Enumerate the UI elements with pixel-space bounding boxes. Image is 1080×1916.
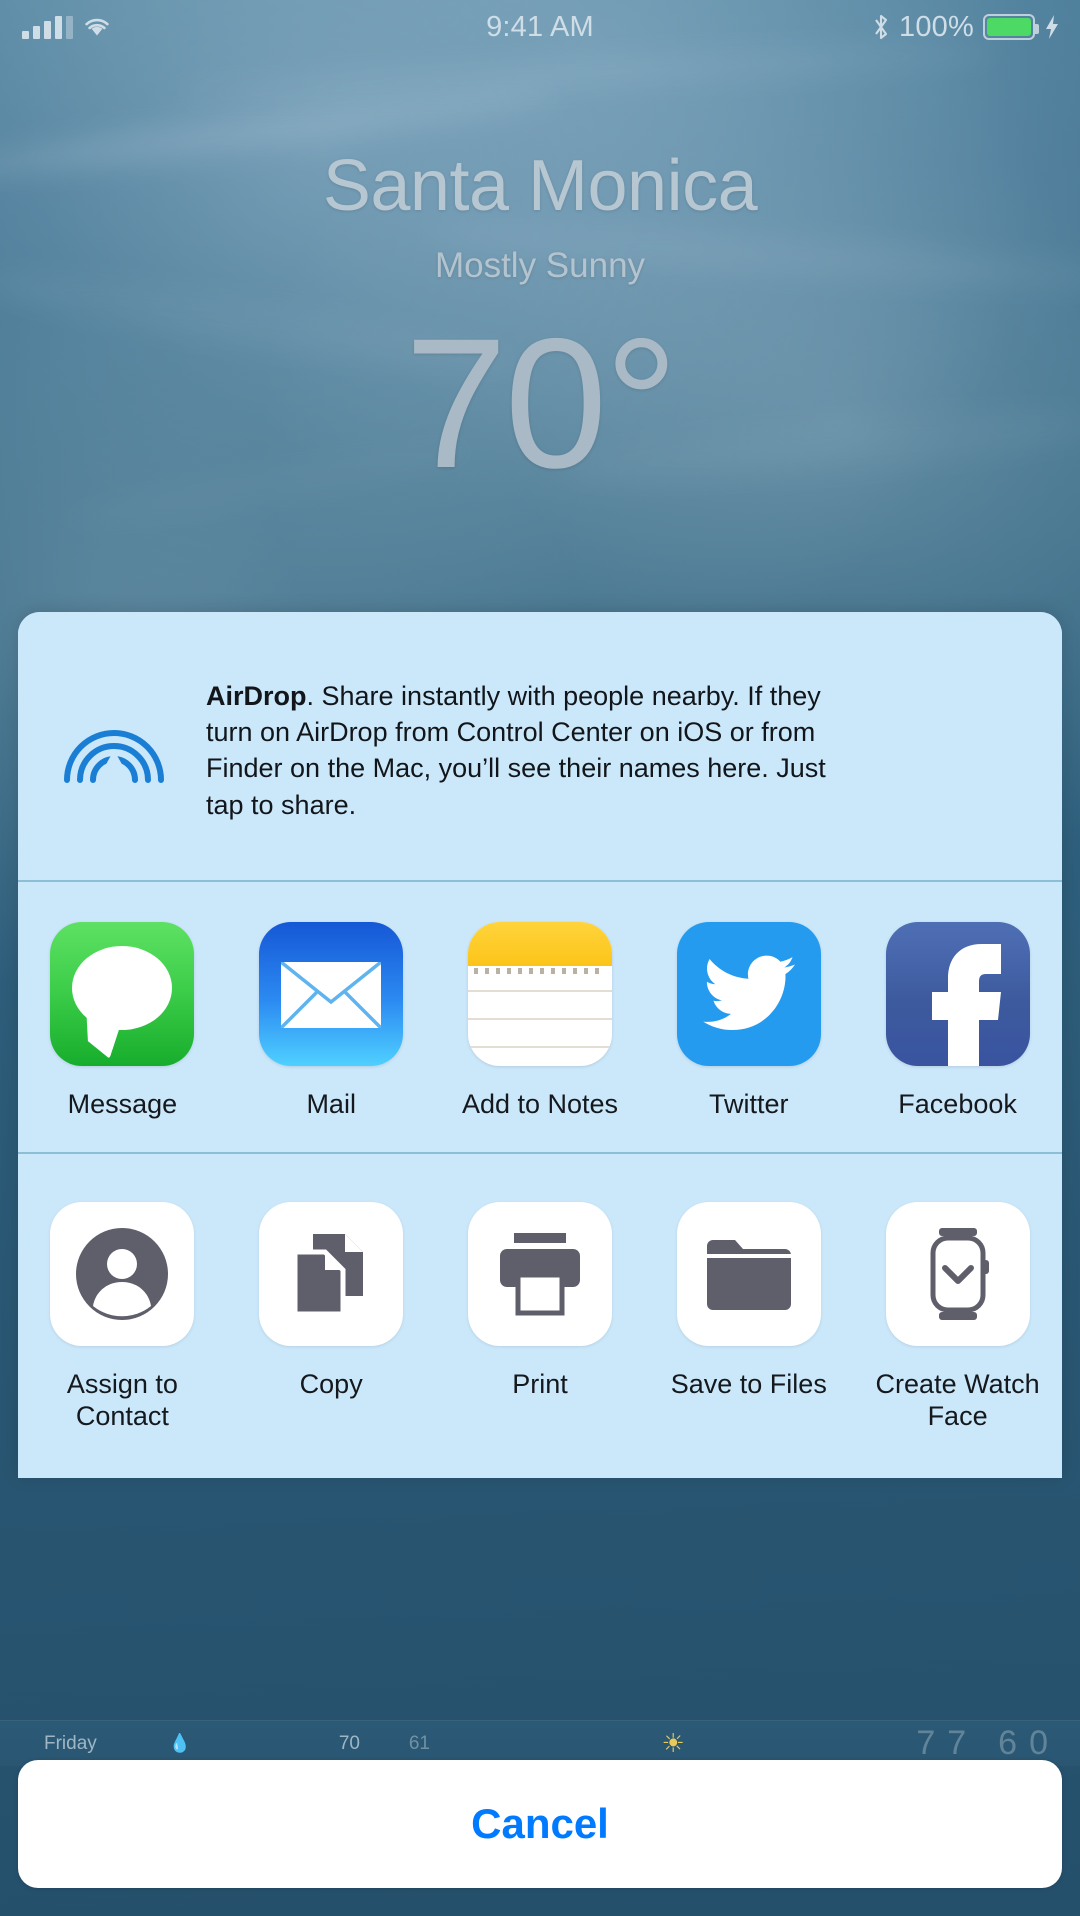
messages-app-icon [50, 922, 195, 1066]
forecast-next-high: 77 [916, 1724, 979, 1762]
weather-summary: Santa Monica Mostly Sunny 70° [0, 150, 1080, 497]
raindrop-icon: 💧 [168, 1733, 192, 1753]
weather-city: Santa Monica [322, 146, 758, 226]
airdrop-title: AirDrop [206, 681, 307, 711]
action-label: Assign to Contact [66, 1369, 178, 1432]
sheet-bottom-padding [18, 1444, 1062, 1478]
forecast-high: 70 [338, 1732, 360, 1754]
facebook-app-icon [885, 922, 1030, 1066]
share-target-mail[interactable]: Mail [227, 922, 436, 1120]
share-target-label: Mail [306, 1089, 356, 1119]
action-assign-to-contact[interactable]: Assign to Contact [18, 1202, 227, 1433]
apple-watch-icon [885, 1202, 1030, 1346]
status-bar-time: 9:41 AM [486, 10, 594, 43]
bluetooth-icon [875, 14, 888, 40]
status-bar: 9:41 AM 100% [0, 0, 1080, 54]
share-target-label: Twitter [709, 1089, 789, 1119]
battery-icon [983, 14, 1039, 40]
action-label: Create Watch Face [875, 1369, 1040, 1432]
action-row: Assign to Contact Copy Print Save to Fil… [18, 1154, 1062, 1444]
folder-icon [676, 1202, 821, 1346]
status-bar-right: 100% [780, 11, 1080, 44]
share-target-label: Add to Notes [461, 1089, 619, 1119]
forecast-day: Friday [44, 1732, 97, 1754]
cancel-button[interactable]: Cancel [18, 1760, 1062, 1888]
action-label: Copy [299, 1369, 363, 1399]
app-share-row: Message Mail Add to Notes Twitter Facebo… [18, 882, 1062, 1152]
share-target-add-to-notes[interactable]: Add to Notes [436, 922, 645, 1120]
person-circle-icon [50, 1202, 195, 1346]
wifi-icon [85, 18, 109, 36]
share-target-label: Message [67, 1089, 178, 1119]
airdrop-icon [54, 674, 174, 880]
forecast-low: 61 [408, 1732, 430, 1754]
printer-icon [467, 1202, 612, 1346]
airdrop-description: AirDrop. Share instantly with people nea… [174, 674, 864, 880]
action-save-to-files[interactable]: Save to Files [644, 1202, 853, 1400]
lightning-bolt-icon [1046, 15, 1058, 39]
share-target-message[interactable]: Message [18, 922, 227, 1120]
airdrop-section[interactable]: AirDrop. Share instantly with people nea… [18, 612, 1062, 880]
twitter-app-icon [676, 922, 821, 1066]
share-target-facebook[interactable]: Facebook [853, 922, 1062, 1120]
action-label: Print [512, 1369, 568, 1399]
cellular-bars-icon [22, 16, 73, 39]
forecast-next-low: 60 [998, 1724, 1060, 1762]
weather-temperature: 70° [404, 301, 679, 507]
share-sheet: AirDrop. Share instantly with people nea… [18, 612, 1062, 1478]
notes-app-icon [467, 922, 612, 1066]
share-target-twitter[interactable]: Twitter [644, 922, 853, 1120]
status-bar-left [0, 15, 300, 39]
action-print[interactable]: Print [436, 1202, 645, 1400]
mail-app-icon [259, 922, 404, 1066]
weather-condition: Mostly Sunny [434, 246, 646, 285]
action-copy[interactable]: Copy [227, 1202, 436, 1400]
sun-icon: ☀ [661, 1728, 685, 1758]
battery-percent-label: 100% [899, 10, 974, 43]
action-create-watch-face[interactable]: Create Watch Face [853, 1202, 1062, 1433]
action-label: Save to Files [670, 1369, 827, 1399]
share-target-label: Facebook [898, 1089, 1017, 1119]
copy-documents-icon [259, 1202, 404, 1346]
